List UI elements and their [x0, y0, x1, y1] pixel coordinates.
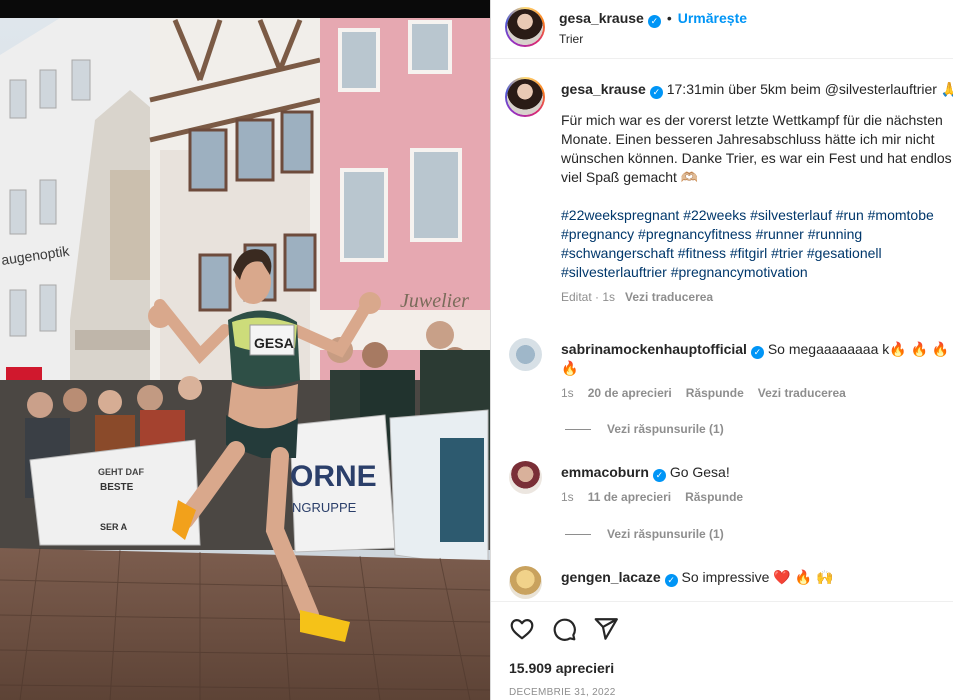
verified-badge-icon: ✓: [750, 346, 764, 359]
header-divider: [491, 58, 953, 59]
author-username[interactable]: gesa_krause: [559, 10, 644, 26]
post-header: gesa_krause ✓ • Urmărește Trier: [491, 0, 953, 58]
verified-badge-icon: ✓: [652, 469, 666, 482]
comment-likes[interactable]: 11 de aprecieri: [588, 490, 671, 504]
svg-text:GEHT DAF: GEHT DAF: [98, 467, 145, 477]
reply-button[interactable]: Răspunde: [685, 490, 743, 504]
caption-edited-time: Editat · 1s: [561, 290, 616, 304]
comment-translate-link[interactable]: Vezi traducerea: [758, 386, 846, 400]
commenter-avatar[interactable]: [509, 461, 542, 494]
separator-dot: •: [666, 10, 672, 26]
comment-username[interactable]: gengen_lacaze: [561, 569, 661, 585]
post-caption: gesa_krause ✓ 17:31min über 5km beim @sil…: [561, 80, 953, 307]
heart-icon[interactable]: [509, 616, 535, 642]
comment-meta: 1s 11 de aprecieri Răspunde: [561, 490, 757, 504]
svg-text:SER A: SER A: [100, 522, 128, 532]
svg-text:ORNE: ORNE: [290, 460, 377, 493]
caption-headline: 17:31min über 5km beim @silvesterlauftri…: [666, 81, 953, 97]
comment-username[interactable]: sabrinamockenhauptofficial: [561, 341, 747, 357]
post-photo[interactable]: Juwelier augenoptik GEHT DAF BESTE SER A…: [0, 0, 490, 700]
verified-badge-icon: ✓: [647, 15, 661, 28]
comment-text-continued: 🔥: [561, 360, 579, 376]
comment-icon[interactable]: [551, 616, 577, 642]
caption-hashtags[interactable]: #22weekspregnant #22weeks #silvesterlauf…: [561, 206, 953, 282]
commenter-avatar[interactable]: [509, 338, 542, 371]
comment-text: So megaaaaaaaa k🔥 🔥 🔥 🔥: [767, 341, 953, 357]
reply-button[interactable]: Răspunde: [686, 386, 744, 400]
post-location[interactable]: Trier: [559, 32, 583, 46]
caption-first-line: gesa_krause ✓ 17:31min über 5km beim @sil…: [561, 80, 953, 99]
comment-text-row: emmacoburn ✓ Go Gesa!: [561, 463, 953, 482]
comment-time: 1s: [561, 386, 574, 400]
runner-photo-illustration: Juwelier augenoptik GEHT DAF BESTE SER A…: [0, 18, 490, 700]
svg-text:GESA: GESA: [254, 335, 294, 351]
view-replies-link[interactable]: Vezi răspunsurile (1): [565, 527, 724, 541]
comment-text: So impressive ❤️ 🔥 🙌: [681, 569, 834, 585]
comment-meta: 1s 20 de aprecieri Răspunde Vezi traducerea: [561, 386, 860, 400]
comment-time: 1s: [561, 490, 574, 504]
caption-author-avatar[interactable]: [505, 77, 545, 117]
comment-text-row: sabrinamockenhauptofficial ✓ So megaaaaaa…: [561, 340, 953, 359]
post-side-panel: gesa_krause ✓ • Urmărește Trier gesa_krause…: [490, 0, 953, 700]
caption-body: Für mich war es der vorerst letzte Wettk…: [561, 112, 952, 185]
actions-divider: [491, 601, 953, 602]
view-replies-link[interactable]: Vezi răspunsurile (1): [565, 422, 724, 436]
svg-text:NGRUPPE: NGRUPPE: [292, 500, 357, 515]
caption-author-username[interactable]: gesa_krause: [561, 81, 646, 97]
follow-button[interactable]: Urmărește: [678, 10, 747, 26]
comment-username[interactable]: emmacoburn: [561, 464, 649, 480]
verified-badge-icon: ✓: [649, 86, 663, 99]
share-icon[interactable]: [593, 616, 619, 642]
post-date[interactable]: DECEMBRIE 31, 2022: [509, 687, 616, 698]
verified-badge-icon: ✓: [664, 574, 678, 587]
svg-text:Juwelier: Juwelier: [400, 290, 469, 312]
instagram-post-view: Juwelier augenoptik GEHT DAF BESTE SER A…: [0, 0, 953, 700]
caption-translate-link[interactable]: Vezi traducerea: [625, 290, 713, 304]
comment-likes[interactable]: 20 de aprecieri: [588, 386, 672, 400]
comment-text: Go Gesa!: [669, 464, 730, 480]
top-bar: [0, 0, 490, 18]
comment-text-row: gengen_lacaze ✓ So impressive ❤️ 🔥 🙌: [561, 568, 953, 587]
commenter-avatar[interactable]: [509, 566, 542, 599]
caption-meta: Editat · 1s Vezi traducerea: [561, 288, 953, 307]
svg-text:BESTE: BESTE: [100, 482, 134, 493]
likes-count[interactable]: 15.909 aprecieri: [509, 660, 614, 676]
header-title-row: gesa_krause ✓ • Urmărește: [559, 10, 747, 28]
author-avatar[interactable]: [505, 7, 545, 47]
